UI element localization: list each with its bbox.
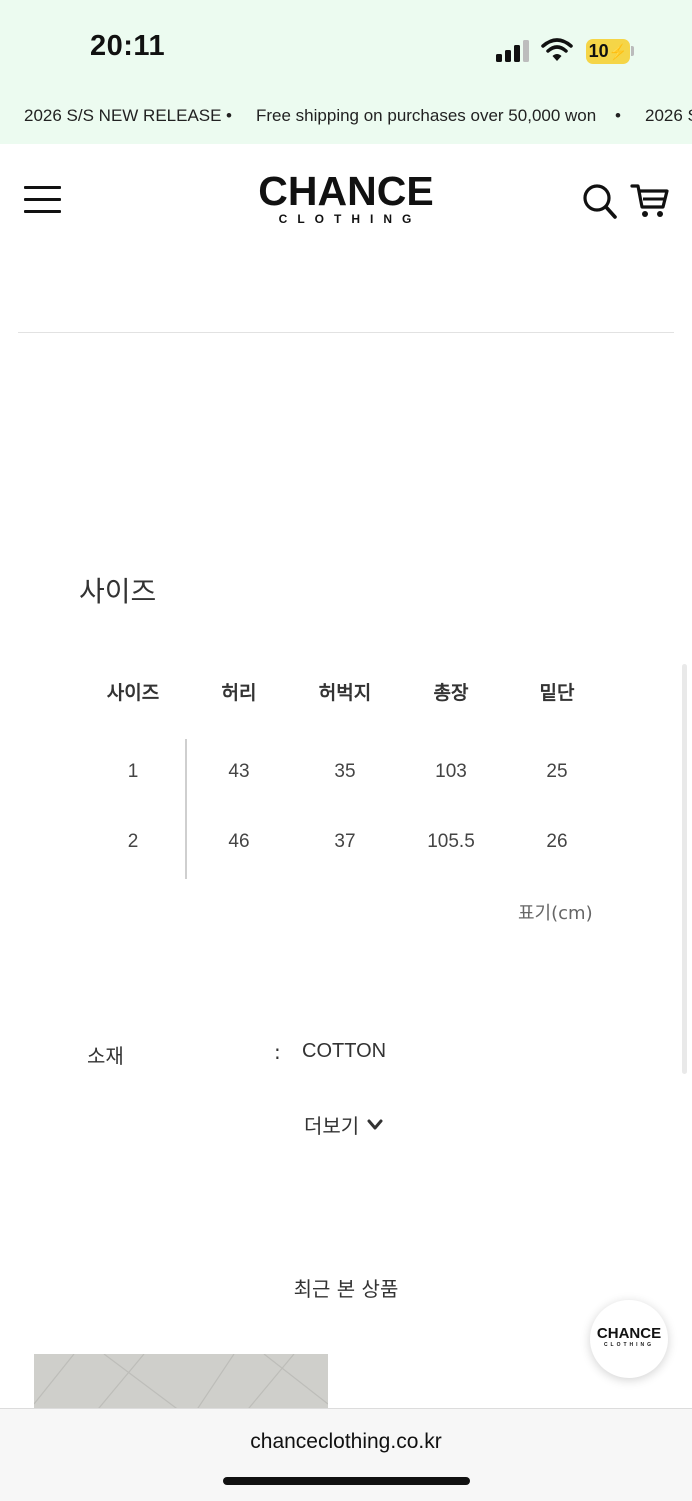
section-divider	[18, 332, 674, 333]
more-button[interactable]: 더보기	[304, 1110, 383, 1139]
table-header: 밑단	[539, 682, 575, 704]
hamburger-menu-icon[interactable]	[24, 186, 61, 216]
scrollbar[interactable]	[682, 664, 687, 1074]
logo-wordmark: CHANCE	[258, 168, 434, 214]
size-section-title: 사이즈	[79, 575, 157, 608]
table-cell: 1	[127, 761, 139, 782]
cart-icon[interactable]	[630, 182, 670, 220]
table-cell: 46	[228, 831, 250, 852]
address-url[interactable]: chanceclothing.co.kr	[0, 1430, 692, 1454]
chevron-down-icon	[367, 1119, 383, 1129]
status-time: 20:11	[90, 30, 166, 62]
table-header: 총장	[433, 682, 469, 704]
material-value: COTTON	[302, 1040, 387, 1062]
ticker-item: 2026 S	[645, 106, 692, 125]
recently-viewed-title: 최근 본 상품	[293, 1277, 399, 1301]
material-separator: :	[274, 1040, 281, 1064]
logo-subtitle: CLOTHING	[278, 212, 422, 226]
table-column-divider	[185, 739, 187, 879]
browser-address-bar[interactable]	[0, 1408, 692, 1501]
table-cell: 2	[127, 831, 139, 852]
table-header: 허벅지	[318, 682, 372, 704]
table-header: 사이즈	[106, 682, 160, 704]
ticker-separator: •	[615, 106, 621, 125]
announcement-ticker[interactable]: 2026 S/S NEW RELEASE • Free shipping on …	[0, 92, 692, 144]
battery-level: 10	[588, 41, 609, 61]
material-label: 소재	[87, 1044, 124, 1068]
recent-product-thumbnail[interactable]	[34, 1354, 328, 1414]
wifi-icon	[541, 38, 573, 61]
search-icon[interactable]	[582, 182, 618, 220]
floating-logo-subtitle: CLOTHING	[603, 1342, 655, 1348]
ticker-separator: •	[226, 106, 232, 125]
table-cell: 43	[228, 761, 250, 782]
table-cell: 26	[546, 831, 568, 852]
thumbnail-texture	[34, 1354, 328, 1414]
battery-icon: 10 ⚡	[586, 39, 630, 64]
table-cell: 25	[546, 761, 568, 782]
floating-logo-wordmark: CHANCE	[596, 1325, 662, 1342]
table-header: 허리	[221, 682, 257, 704]
site-logo[interactable]: CHANCE CLOTHING	[258, 170, 434, 226]
unit-note: 표기(cm)	[518, 903, 593, 924]
table-cell: 103	[435, 761, 467, 782]
table-cell: 35	[334, 761, 356, 782]
table-cell: 37	[334, 831, 356, 852]
cellular-signal-icon	[496, 40, 529, 62]
ticker-item: 2026 S/S NEW RELEASE	[24, 106, 222, 125]
more-button-label: 더보기	[304, 1114, 360, 1138]
floating-logo-button[interactable]: CHANCE CLOTHING	[590, 1300, 668, 1378]
home-indicator[interactable]	[223, 1477, 470, 1485]
table-cell: 105.5	[427, 831, 475, 852]
battery-nub	[631, 46, 634, 56]
ticker-item: Free shipping on purchases over 50,000 w…	[256, 106, 597, 125]
